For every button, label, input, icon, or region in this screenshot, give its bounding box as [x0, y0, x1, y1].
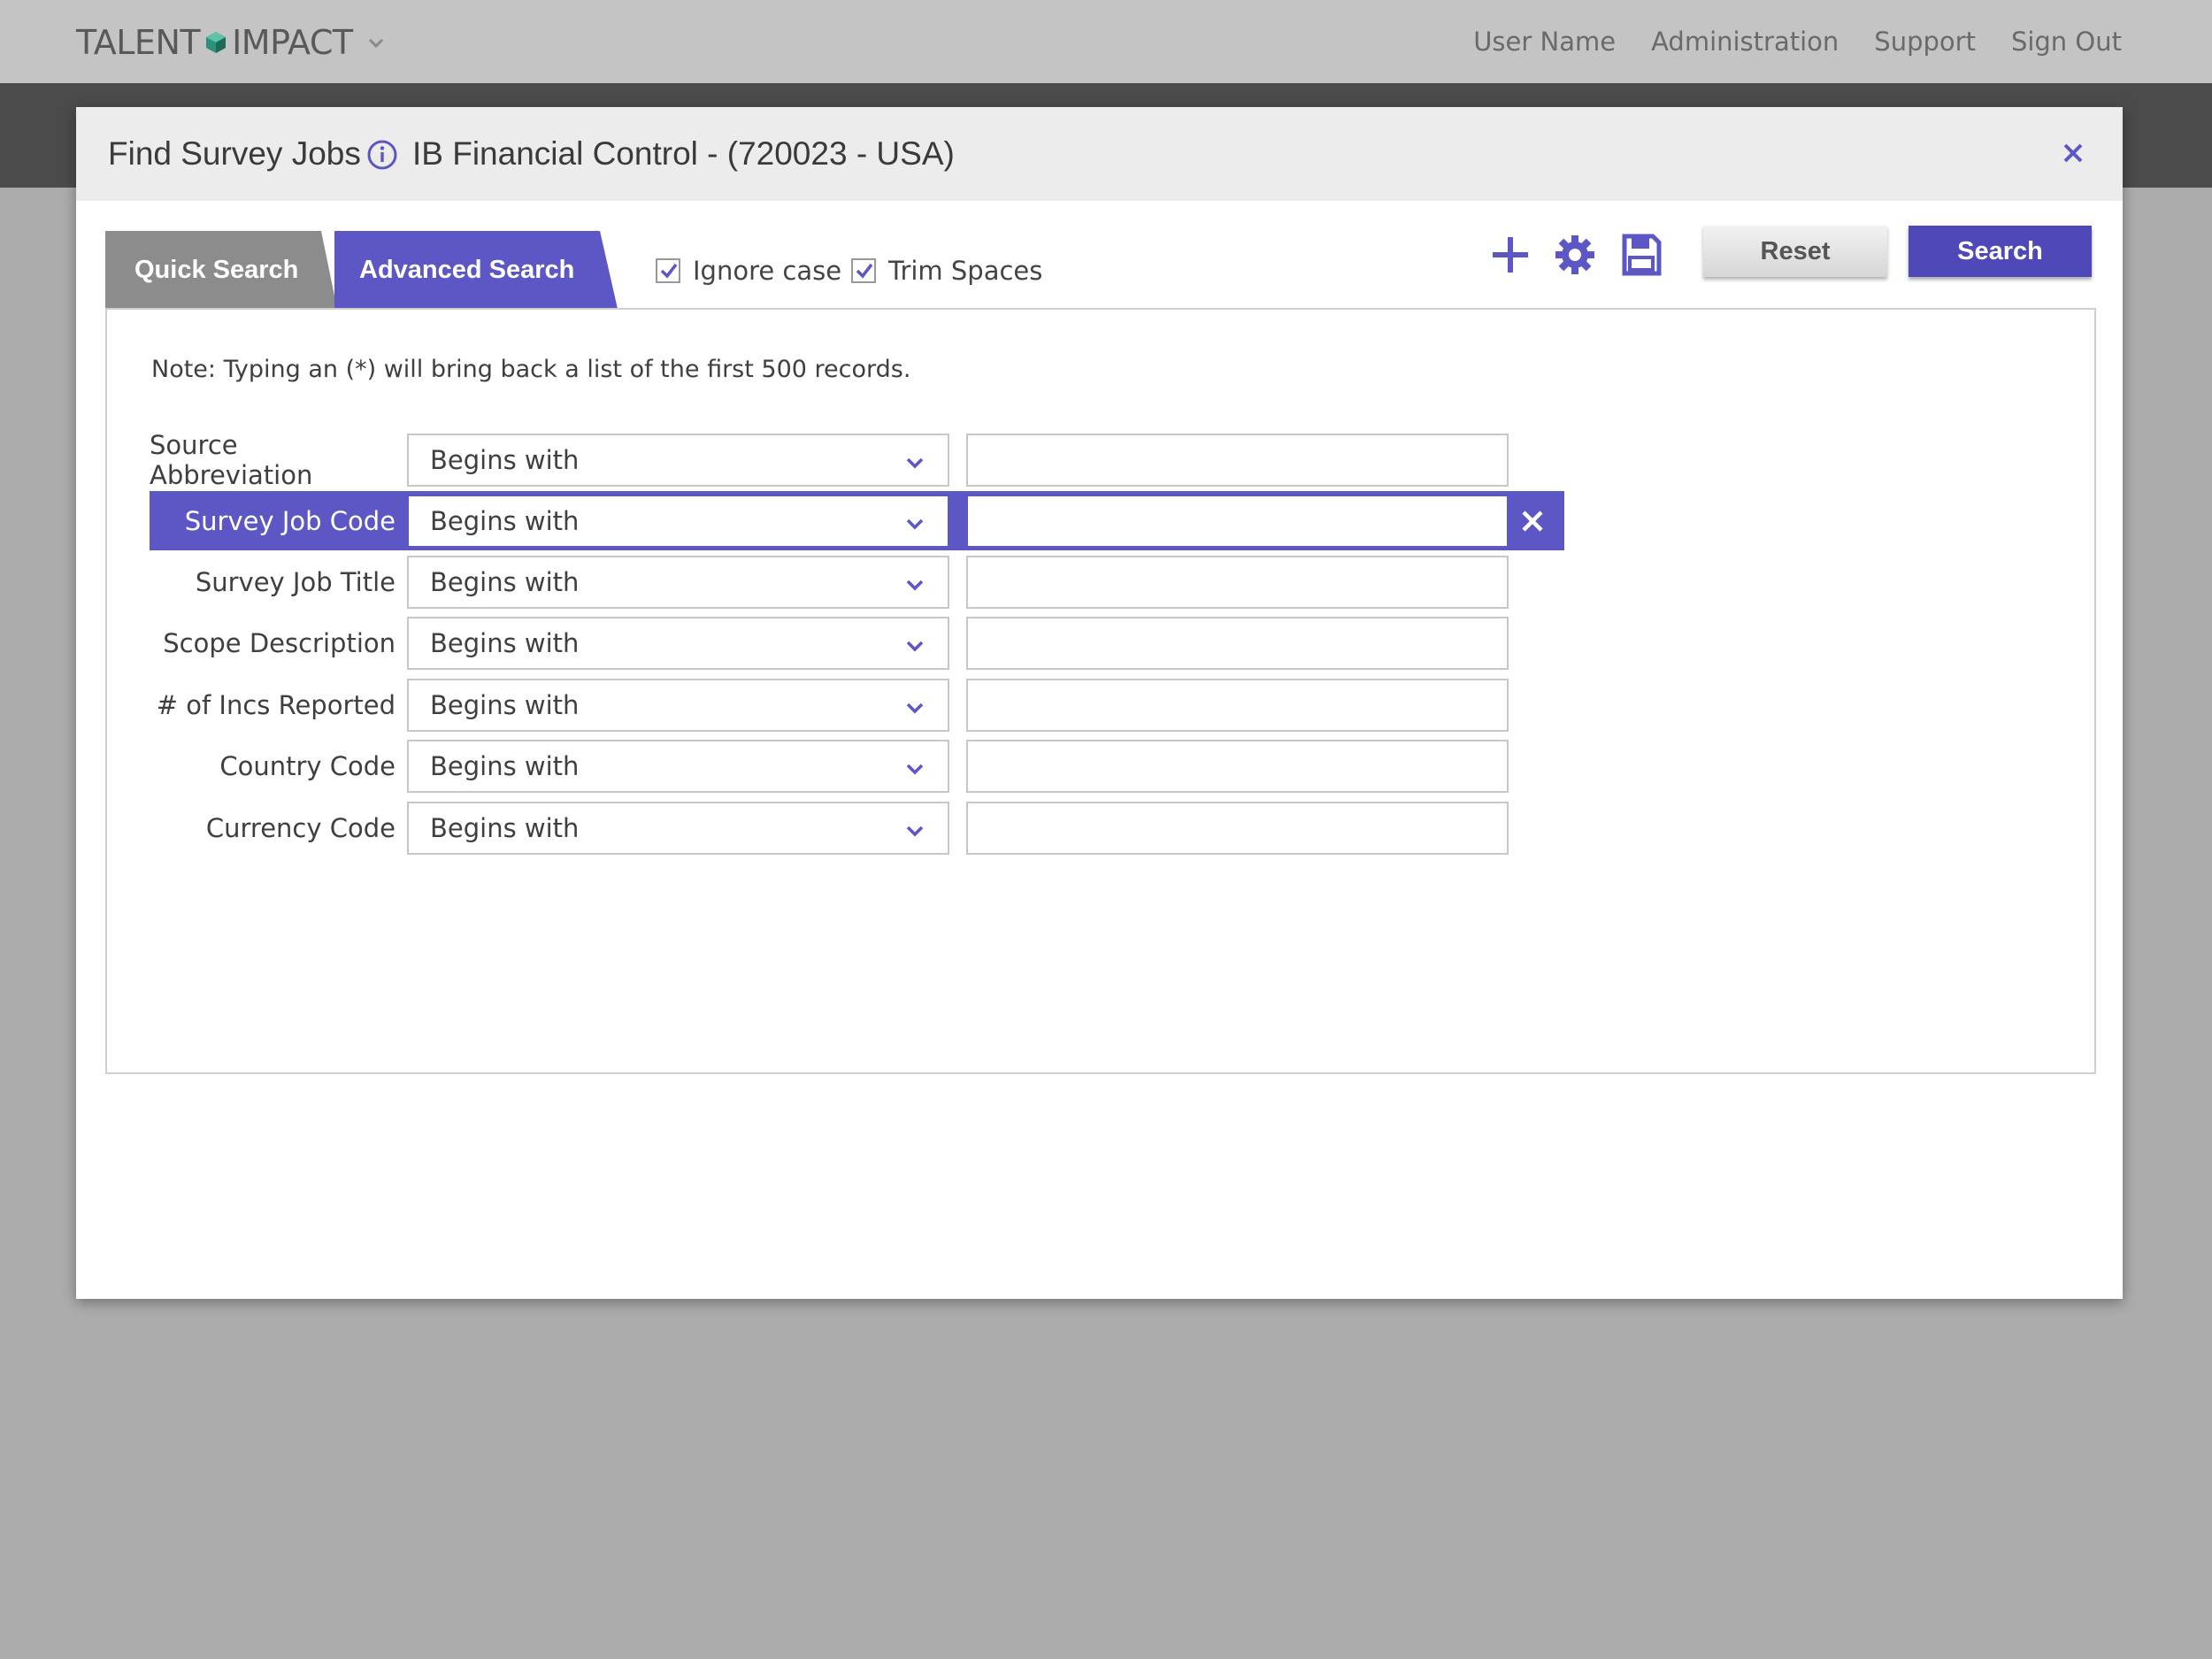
search-note: Note: Typing an (*) will bring back a li… — [151, 356, 911, 383]
operator-value: Begins with — [430, 690, 580, 720]
criteria-label: Survey Job Title — [195, 566, 396, 597]
criteria-label: # of Incs Reported — [156, 689, 396, 720]
value-input[interactable] — [966, 802, 1509, 855]
close-icon[interactable] — [2061, 141, 2085, 165]
chevron-down-icon — [906, 518, 924, 530]
operator-value: Begins with — [430, 567, 580, 597]
operator-select[interactable]: Begins with — [407, 434, 949, 487]
trim-spaces-option[interactable]: Trim Spaces — [851, 256, 1042, 286]
chevron-down-icon — [906, 826, 924, 837]
app-logo[interactable]: TALENT IMPACT — [76, 23, 385, 62]
chevron-down-icon — [906, 641, 924, 652]
modal-title: Find Survey Jobs — [108, 135, 361, 172]
operator-select[interactable]: Begins with — [407, 740, 949, 793]
top-bar: TALENT IMPACT User Name Administration S… — [0, 0, 2212, 83]
criteria-row-survey-job-code: Survey Job Code Begins with — [150, 491, 1564, 550]
ignore-case-checkbox[interactable] — [656, 258, 680, 283]
operator-value: Begins with — [430, 445, 580, 475]
nav-sign-out[interactable]: Sign Out — [2011, 27, 2122, 57]
logo-text-right: IMPACT — [232, 23, 353, 62]
criteria-label: Country Code — [219, 750, 396, 781]
ignore-case-option[interactable]: Ignore case — [656, 256, 841, 286]
criteria-row-currency-code: Currency Code Begins with — [150, 798, 1564, 857]
criteria-label: Scope Description — [163, 627, 396, 658]
tab-advanced-search[interactable]: Advanced Search — [334, 231, 618, 309]
criteria-row-incs-reported: # of Incs Reported Begins with — [150, 675, 1564, 734]
criteria-row-scope-description: Scope Description Begins with — [150, 613, 1564, 672]
criteria-label: Currency Code — [205, 812, 396, 843]
clear-icon[interactable] — [1519, 508, 1546, 534]
operator-select[interactable]: Begins with — [407, 679, 949, 732]
value-input[interactable] — [966, 495, 1509, 548]
operator-select[interactable]: Begins with — [407, 617, 949, 670]
criteria-row-source-abbreviation: Source Abbreviation Begins with — [150, 429, 1564, 490]
chevron-down-icon — [906, 457, 924, 469]
search-button[interactable]: Search — [1909, 226, 2092, 277]
operator-select[interactable]: Begins with — [407, 802, 949, 855]
chevron-down-icon — [906, 764, 924, 775]
gear-icon[interactable] — [1555, 231, 1595, 279]
chevron-down-icon — [906, 703, 924, 714]
value-input[interactable] — [966, 556, 1509, 609]
trim-spaces-label: Trim Spaces — [888, 256, 1043, 286]
reset-button[interactable]: Reset — [1703, 226, 1887, 277]
nav-user-name[interactable]: User Name — [1473, 27, 1616, 57]
tab-quick-search[interactable]: Quick Search — [105, 231, 337, 309]
checkmark-icon — [660, 263, 678, 279]
criteria-row-country-code: Country Code Begins with — [150, 736, 1564, 795]
nav-support[interactable]: Support — [1874, 27, 1976, 57]
criteria-label: Source Abbreviation — [150, 429, 313, 490]
criteria-label: Survey Job Code — [184, 505, 396, 536]
plus-icon[interactable] — [1490, 231, 1531, 279]
value-input[interactable] — [966, 679, 1509, 732]
checkmark-icon — [856, 263, 873, 279]
info-icon[interactable] — [366, 139, 398, 171]
modal-header: Find Survey Jobs IB Financial Control - … — [76, 107, 2123, 201]
operator-value: Begins with — [430, 813, 580, 843]
operator-value: Begins with — [430, 751, 580, 781]
logo-text-left: TALENT — [76, 23, 201, 62]
value-input[interactable] — [966, 740, 1509, 793]
nav-administration[interactable]: Administration — [1651, 27, 1839, 57]
ignore-case-label: Ignore case — [693, 256, 842, 286]
top-nav: User Name Administration Support Sign Ou… — [1473, 27, 2122, 57]
modal-subtitle: IB Financial Control - (720023 - USA) — [412, 135, 955, 172]
chevron-down-icon — [906, 580, 924, 591]
criteria-row-survey-job-title: Survey Job Title Begins with — [150, 552, 1564, 611]
save-icon[interactable] — [1621, 231, 1662, 279]
operator-select[interactable]: Begins with — [407, 495, 949, 548]
value-input[interactable] — [966, 617, 1509, 670]
chevron-down-icon[interactable] — [367, 34, 385, 51]
operator-value: Begins with — [430, 628, 580, 658]
operator-select[interactable]: Begins with — [407, 556, 949, 609]
trim-spaces-checkbox[interactable] — [851, 258, 876, 283]
advanced-search-panel: Note: Typing an (*) will bring back a li… — [105, 308, 2096, 1074]
value-input[interactable] — [966, 434, 1509, 487]
operator-value: Begins with — [430, 506, 580, 536]
find-survey-jobs-modal: Find Survey Jobs IB Financial Control - … — [76, 107, 2123, 1299]
logo-cube-icon — [206, 32, 227, 53]
